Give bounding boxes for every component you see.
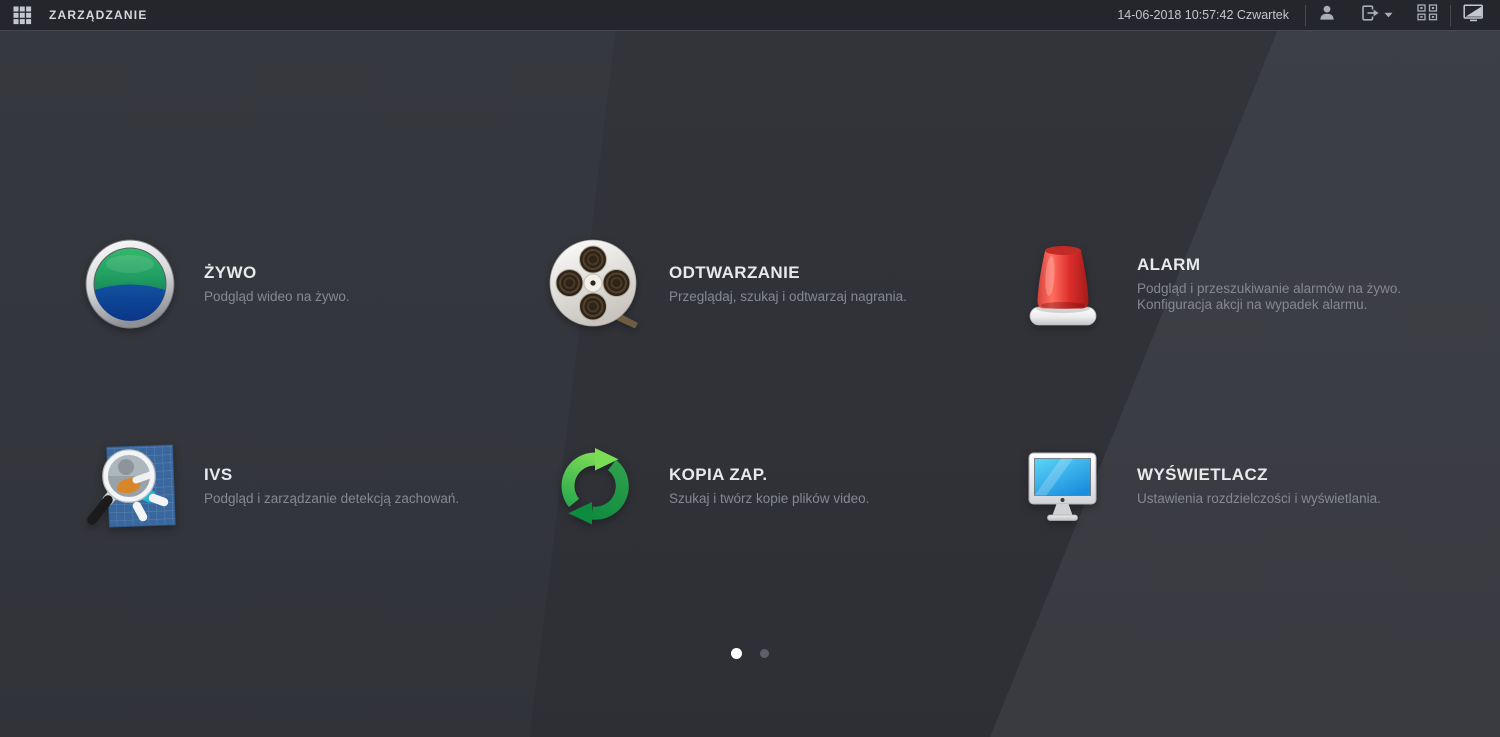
menu-item-title: ALARM: [1137, 255, 1201, 274]
menu-item-title: KOPIA ZAP.: [669, 465, 768, 484]
menu-item-backup[interactable]: KOPIA ZAP. Szukaj i twórz kopie plików v…: [549, 438, 994, 534]
menu-item-desc: Podgląd wideo na żywo.: [204, 289, 350, 304]
logout-icon: [1360, 4, 1380, 27]
live-eye-icon: [84, 238, 176, 330]
menu-item-live[interactable]: ŻYWO Podgląd wideo na żywo.: [84, 236, 529, 332]
menu-item-alarm[interactable]: ALARM Podgląd i przeszukiwanie alarmów n…: [1017, 236, 1462, 332]
page-dot-1[interactable]: [731, 648, 742, 659]
page-dot-2[interactable]: [760, 649, 769, 658]
film-reel-icon: [549, 238, 641, 330]
screen-adjust-button[interactable]: [1451, 0, 1496, 30]
menu-item-desc: Konfiguracja akcji na wypadek alarmu.: [1137, 297, 1368, 312]
menu-item-title: WYŚWIETLACZ: [1137, 465, 1268, 484]
menu-item-desc: Przeglądaj, szukaj i odtwarzaj nagrania.: [669, 289, 907, 304]
menu-item-title: ŻYWO: [204, 263, 257, 282]
background-diagonal-band: [529, 0, 1290, 737]
apps-grid-icon[interactable]: [13, 6, 32, 25]
pagination: [0, 648, 1500, 659]
titlebar: ZARZĄDZANIE 14-06-2018 10:57:42 Czwartek: [0, 0, 1500, 31]
siren-icon: [1017, 238, 1109, 330]
monitor-icon: [1017, 440, 1109, 532]
user-icon: [1318, 4, 1336, 27]
channel-config-button[interactable]: [1405, 0, 1450, 30]
menu-item-ivs[interactable]: IVS Podgląd i zarządzanie detekcją zacho…: [84, 438, 529, 534]
sync-arrows-icon: [549, 440, 641, 532]
menu-item-desc: Podgląd i przeszukiwanie alarmów na żywo…: [1137, 281, 1402, 296]
screen-adjust-icon: [1463, 3, 1484, 27]
logout-button[interactable]: [1348, 0, 1405, 30]
user-button[interactable]: [1306, 0, 1348, 30]
menu-item-desc: Ustawienia rozdzielczości i wyświetlania…: [1137, 491, 1381, 506]
datetime-text: 14-06-2018 10:57:42 Czwartek: [1117, 8, 1289, 22]
menu-item-desc: Szukaj i twórz kopie plików video.: [669, 491, 870, 506]
menu-item-title: IVS: [204, 465, 233, 484]
menu-item-title: ODTWARZANIE: [669, 263, 800, 282]
management-home-screen: ZARZĄDZANIE 14-06-2018 10:57:42 Czwartek: [0, 0, 1500, 737]
channel-config-icon: [1417, 4, 1438, 26]
menu-item-playback[interactable]: ODTWARZANIE Przeglądaj, szukaj i odtwarz…: [549, 236, 994, 332]
menu-item-desc: Podgląd i zarządzanie detekcją zachowań.: [204, 491, 460, 506]
magnifier-grid-icon: [84, 440, 176, 532]
chevron-down-icon: [1384, 12, 1393, 18]
menu-item-display[interactable]: WYŚWIETLACZ Ustawienia rozdzielczości i …: [1017, 438, 1462, 534]
page-title: ZARZĄDZANIE: [49, 8, 148, 22]
background-diagonal-right: [990, 0, 1500, 737]
